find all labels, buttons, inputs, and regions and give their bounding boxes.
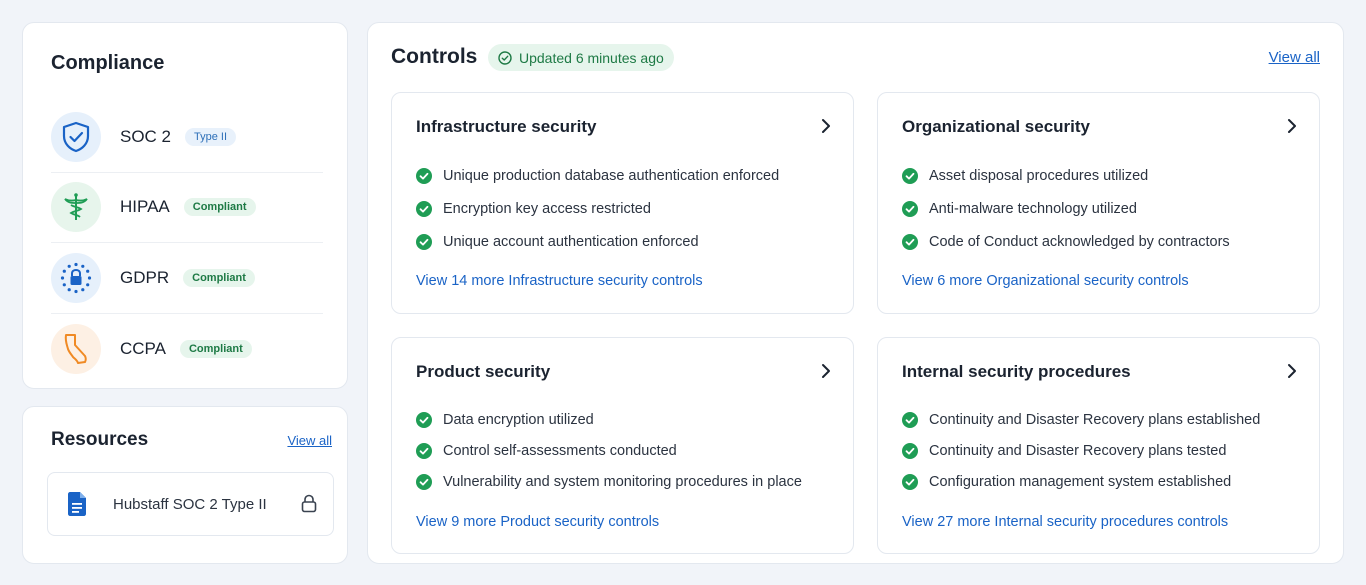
california-icon (51, 323, 101, 374)
control-item: Continuity and Disaster Recovery plans e… (902, 404, 1260, 435)
control-item: Encryption key access restricted (416, 192, 779, 225)
view-more-controls-link[interactable]: View 9 more Product security controls (416, 514, 659, 530)
control-card-title: Organizational security (902, 117, 1090, 136)
caduceus-icon (51, 182, 101, 233)
control-card-title: Infrastructure security (416, 117, 597, 136)
control-item-label: Encryption key access restricted (443, 200, 651, 217)
view-more-controls-link[interactable]: View 27 more Internal security procedure… (902, 514, 1228, 530)
control-card-product-security[interactable]: Product security Data encryption utilize… (391, 337, 854, 554)
control-card-title: Product security (416, 362, 551, 381)
check-circle-icon (902, 442, 918, 459)
eu-lock-icon (51, 252, 101, 303)
control-item-label: Asset disposal procedures utilized (929, 167, 1149, 184)
view-more-controls-link[interactable]: View 6 more Organizational security cont… (902, 273, 1189, 289)
control-item: Unique account authentication enforced (416, 225, 779, 258)
controls-view-all-link[interactable]: View all (1269, 49, 1320, 66)
resource-name: Hubstaff SOC 2 Type II (113, 495, 267, 513)
control-item-label: Continuity and Disaster Recovery plans e… (929, 411, 1261, 428)
check-circle-icon (416, 473, 432, 490)
control-card-internal-security-procedures[interactable]: Internal security procedures Continuity … (877, 337, 1320, 554)
resources-view-all-link[interactable]: View all (287, 433, 332, 448)
check-circle-icon (416, 167, 432, 184)
control-item-label: Anti-malware technology utilized (929, 200, 1137, 217)
control-item: Control self-assessments conducted (416, 435, 802, 466)
updated-text: Updated 6 minutes ago (519, 49, 664, 66)
control-card-infrastructure-security[interactable]: Infrastructure security Unique productio… (391, 92, 854, 314)
control-card-organizational-security[interactable]: Organizational security Asset disposal p… (877, 92, 1320, 314)
control-item-label: Continuity and Disaster Recovery plans t… (929, 442, 1227, 459)
control-list: Unique production database authenticatio… (416, 159, 779, 258)
control-item: Data encryption utilized (416, 404, 802, 435)
framework-list: SOC 2 Type II HIPAA Compliant GDPR Compl… (51, 102, 323, 384)
chevron-right-icon[interactable] (821, 118, 831, 134)
framework-item-gdpr[interactable]: GDPR Compliant (51, 243, 323, 314)
check-circle-icon (416, 442, 432, 459)
control-item: Asset disposal procedures utilized (902, 159, 1230, 192)
lock-icon (301, 494, 317, 513)
status-badge: Type II (185, 127, 237, 146)
control-item-label: Code of Conduct acknowledged by contract… (929, 233, 1230, 250)
check-circle-icon (902, 167, 918, 184)
framework-name: CCPA (120, 338, 166, 358)
status-badge: Compliant (183, 198, 256, 217)
check-circle-icon (416, 233, 432, 250)
check-circle-icon (416, 200, 432, 217)
controls-title: Controls (391, 45, 478, 68)
control-list: Asset disposal procedures utilized Anti-… (902, 159, 1230, 258)
control-item-label: Data encryption utilized (443, 411, 594, 428)
resources-card: Resources View all Hubstaff SOC 2 Type I… (22, 406, 348, 564)
check-circle-icon (902, 233, 918, 250)
framework-item-hipaa[interactable]: HIPAA Compliant (51, 173, 323, 243)
framework-name: SOC 2 (120, 126, 172, 146)
status-badge: Compliant (179, 339, 252, 358)
chevron-right-icon[interactable] (1287, 118, 1297, 134)
framework-item-soc2[interactable]: SOC 2 Type II (51, 102, 323, 173)
control-item-label: Configuration management system establis… (929, 473, 1232, 490)
control-item: Vulnerability and system monitoring proc… (416, 466, 802, 497)
control-item-label: Unique account authentication enforced (443, 233, 699, 250)
resource-item[interactable]: Hubstaff SOC 2 Type II (47, 472, 334, 536)
check-circle-icon (902, 473, 918, 490)
control-item: Unique production database authenticatio… (416, 159, 779, 192)
shield-check-icon (51, 111, 101, 162)
check-circle-icon (498, 50, 512, 65)
chevron-right-icon[interactable] (1287, 363, 1297, 379)
compliance-card: Compliance SOC 2 Type II HIPAA Compliant… (22, 22, 348, 389)
control-item: Configuration management system establis… (902, 466, 1260, 497)
framework-name: HIPAA (120, 197, 170, 217)
document-icon (68, 492, 86, 516)
view-more-controls-link[interactable]: View 14 more Infrastructure security con… (416, 273, 703, 289)
updated-status-badge: Updated 6 minutes ago (488, 44, 674, 71)
control-item: Code of Conduct acknowledged by contract… (902, 225, 1230, 258)
check-circle-icon (416, 411, 432, 428)
chevron-right-icon[interactable] (821, 363, 831, 379)
control-list: Continuity and Disaster Recovery plans e… (902, 404, 1260, 497)
control-item: Anti-malware technology utilized (902, 192, 1230, 225)
control-item-label: Control self-assessments conducted (443, 442, 677, 459)
control-list: Data encryption utilized Control self-as… (416, 404, 802, 497)
controls-panel: Controls Updated 6 minutes ago View all … (367, 22, 1344, 564)
control-card-title: Internal security procedures (902, 362, 1131, 381)
compliance-title: Compliance (51, 52, 165, 74)
framework-name: GDPR (120, 267, 170, 287)
check-circle-icon (902, 411, 918, 428)
control-item-label: Vulnerability and system monitoring proc… (443, 473, 802, 490)
control-item-label: Unique production database authenticatio… (443, 167, 780, 184)
framework-item-ccpa[interactable]: CCPA Compliant (51, 314, 323, 385)
status-badge: Compliant (183, 268, 255, 287)
resources-title: Resources (51, 429, 149, 450)
control-item: Continuity and Disaster Recovery plans t… (902, 435, 1260, 466)
check-circle-icon (902, 200, 918, 217)
